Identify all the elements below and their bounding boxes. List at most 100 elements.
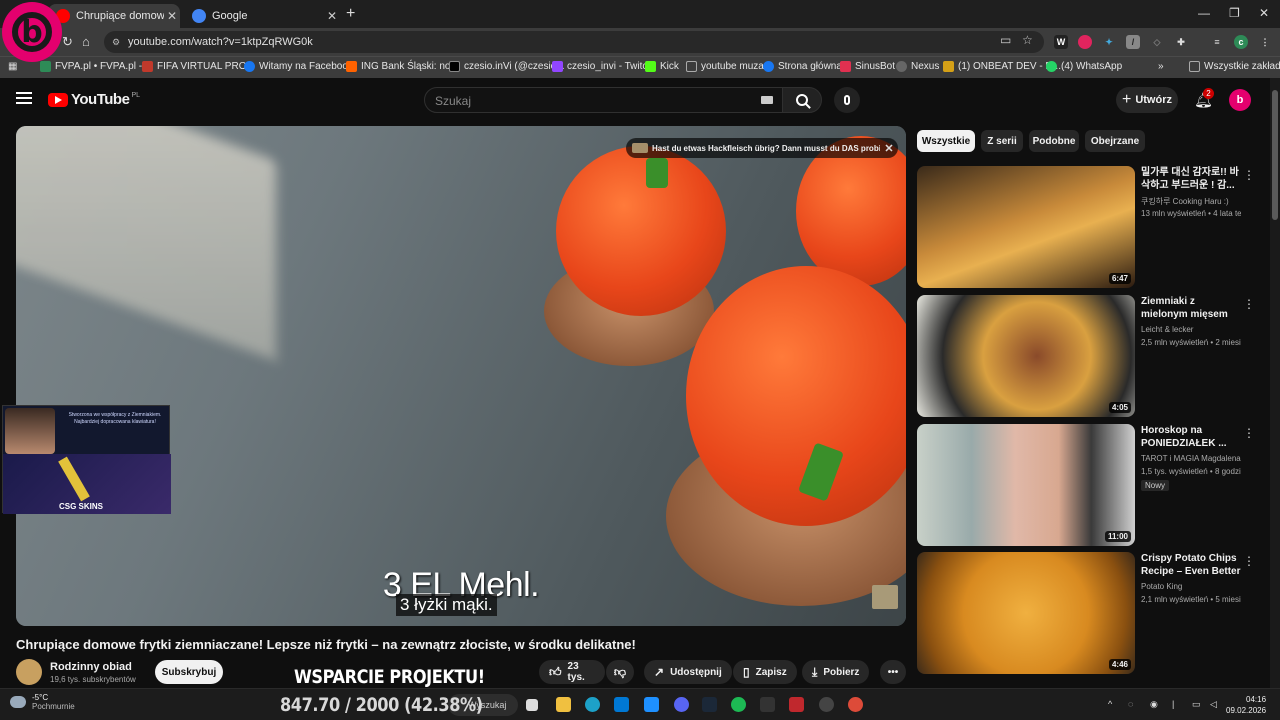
recommendation-channel[interactable]: 쿠킹하루 Cooking Haru :)	[1141, 196, 1241, 207]
obs-icon[interactable]	[819, 697, 834, 712]
chip-watched[interactable]: Obejrzane	[1085, 130, 1145, 152]
save-button[interactable]: ▯ Zapisz	[733, 660, 797, 684]
extension-red-icon[interactable]	[1078, 35, 1092, 49]
video-notification-popup[interactable]: Hast du etwas Hackfleisch übrig? Dann mu…	[626, 138, 898, 158]
menu-icon[interactable]	[16, 92, 32, 104]
extension-grey-icon[interactable]: ◇	[1150, 35, 1164, 49]
recommendation-title[interactable]: Ziemniaki z mielonym mięsem są lepsze ni…	[1141, 295, 1241, 321]
maximize-icon[interactable]: ❐	[1229, 6, 1240, 20]
more-options-icon[interactable]: ⋮	[1243, 168, 1255, 182]
app-icon[interactable]	[789, 697, 804, 712]
extension-blue-icon[interactable]: ✦	[1102, 35, 1116, 49]
reload-icon[interactable]: ↻	[62, 34, 73, 50]
minimize-icon[interactable]: —	[1198, 6, 1210, 20]
close-tab-icon[interactable]: ✕	[324, 9, 340, 23]
home-icon[interactable]: ⌂	[82, 34, 90, 49]
volume-icon[interactable]: ◁	[1210, 699, 1217, 710]
like-button[interactable]: 👍︎ 23 tys.	[539, 660, 605, 684]
address-bar[interactable]: ⚙ youtube.com/watch?v=1ktpZqRWG0k	[104, 31, 1044, 53]
video-watermark-thumbnail[interactable]	[872, 585, 898, 609]
close-icon[interactable]: ✕	[880, 142, 898, 155]
recommendation-title[interactable]: Crispy Potato Chips Recipe – Even Better…	[1141, 552, 1241, 578]
extension-w-icon[interactable]: W	[1054, 35, 1068, 49]
steam-icon[interactable]	[702, 697, 717, 712]
reading-list-icon[interactable]: ≡	[1210, 35, 1224, 49]
bookmark-folder[interactable]: youtube muza	[686, 61, 764, 72]
system-clock[interactable]: 04:16 09.02.2026	[1226, 694, 1266, 716]
bookmark-item[interactable]: Witamy na Faceboo...	[244, 61, 356, 72]
subscribe-button[interactable]: Subskrybuj	[155, 660, 223, 684]
recommendation-title[interactable]: Horoskop na PONIEDZIAŁEK ...	[1141, 424, 1241, 450]
bookmark-item[interactable]: Kick	[645, 61, 679, 72]
chrome-icon[interactable]	[848, 697, 863, 712]
store-icon[interactable]	[614, 697, 629, 712]
bookmark-item[interactable]: (1) ONBEAT DEV - D...	[943, 61, 1061, 72]
page-scrollbar[interactable]	[1270, 78, 1280, 688]
recommendation-channel[interactable]: TAROT i MAGIA Magdalena R...	[1141, 454, 1241, 463]
more-options-icon[interactable]: ⋮	[1243, 297, 1255, 311]
recommendation-thumbnail[interactable]: 4:05	[917, 295, 1135, 417]
bookmark-item[interactable]: czesio_invi - Twitch	[552, 61, 653, 72]
bookmark-item[interactable]: FIFA VIRTUAL PRO...	[142, 61, 255, 72]
recommendation-title[interactable]: 밀가루 대신 감자로!! 바삭하고 부드러운 ! 감...	[1141, 166, 1241, 192]
microphone-tray-icon[interactable]: |	[1172, 699, 1174, 709]
apps-icon[interactable]: ▦	[8, 61, 17, 72]
recommendation-item[interactable]: 4:05 Ziemniaki z mielonym mięsem są leps…	[917, 295, 1257, 419]
profile-avatar[interactable]: c	[1234, 35, 1248, 49]
dislike-button[interactable]: 👎︎	[606, 660, 634, 684]
search-button[interactable]	[782, 87, 822, 113]
recommendation-thumbnail[interactable]: 11:00	[917, 424, 1135, 546]
tray-icon[interactable]: ◌	[1128, 699, 1133, 709]
tray-icon[interactable]: ◉	[1150, 699, 1158, 710]
bookmark-item[interactable]: czesio.inVi (@czesio...	[449, 61, 565, 72]
network-icon[interactable]: ▭	[1192, 699, 1201, 710]
close-tab-icon[interactable]: ✕	[164, 9, 180, 23]
bookmark-item[interactable]: Strona główna	[763, 61, 842, 72]
bookmark-item[interactable]: Nexus	[896, 61, 939, 72]
account-avatar[interactable]: b	[1229, 89, 1251, 111]
all-bookmarks-folder[interactable]: Wszystkie zakładki	[1189, 61, 1280, 72]
close-window-icon[interactable]: ✕	[1259, 6, 1269, 20]
create-button[interactable]: + Utwórz	[1116, 87, 1178, 113]
task-view-icon[interactable]	[526, 699, 538, 711]
app-icon[interactable]	[644, 697, 659, 712]
weather-widget[interactable]: -5°C Pochmurnie	[10, 693, 75, 711]
browser-menu-icon[interactable]: ⋮	[1258, 35, 1272, 49]
edge-icon[interactable]	[585, 697, 600, 712]
cast-icon[interactable]: ▭	[1000, 33, 1011, 47]
more-bookmarks-icon[interactable]: »	[1158, 61, 1164, 72]
recommendation-channel[interactable]: Potato King	[1141, 582, 1241, 591]
youtube-logo[interactable]: YouTube PL	[48, 91, 140, 108]
chip-similar[interactable]: Podobne	[1029, 130, 1079, 152]
recommendation-channel[interactable]: Leicht & lecker	[1141, 325, 1241, 334]
bookmark-item[interactable]: (4) WhatsApp	[1046, 61, 1122, 72]
recommendation-thumbnail[interactable]: 6:47	[917, 166, 1135, 288]
discord-icon[interactable]	[674, 697, 689, 712]
file-explorer-icon[interactable]	[556, 697, 571, 712]
more-options-icon[interactable]: ⋮	[1243, 554, 1255, 568]
bookmark-item[interactable]: ING Bank Śląski: no...	[346, 61, 459, 72]
terminal-icon[interactable]	[760, 697, 775, 712]
tab-google[interactable]: Google ✕	[184, 4, 340, 28]
extensions-puzzle-icon[interactable]: ✚	[1174, 35, 1188, 49]
chip-series[interactable]: Z serii	[981, 130, 1023, 152]
channel-name[interactable]: Rodzinny obiad	[50, 661, 132, 673]
share-button[interactable]: ↗ Udostępnij	[644, 660, 732, 684]
tab-youtube[interactable]: Chrupiące domowe frytki zie ✕	[48, 4, 180, 28]
voice-search-button[interactable]	[834, 87, 860, 113]
recommendation-item[interactable]: 6:47 밀가루 대신 감자로!! 바삭하고 부드러운 ! 감... 쿠킹하루 …	[917, 166, 1257, 290]
bookmark-star-icon[interactable]: ☆	[1022, 33, 1033, 47]
bookmark-item[interactable]: FVPA.pl • FVPA.pl -...	[40, 61, 150, 72]
site-info-icon[interactable]: ⚙	[112, 37, 120, 48]
new-tab-icon[interactable]: +	[346, 5, 355, 23]
tray-chevron-icon[interactable]: ^	[1108, 699, 1112, 709]
keyboard-icon[interactable]	[761, 96, 773, 104]
chip-all[interactable]: Wszystkie	[917, 130, 975, 152]
recommendation-item[interactable]: 4:46 Crispy Potato Chips Recipe – Even B…	[917, 552, 1257, 676]
spotify-icon[interactable]	[731, 697, 746, 712]
video-player[interactable]: Hast du etwas Hackfleisch übrig? Dann mu…	[16, 126, 906, 626]
scrollbar-thumb[interactable]	[1272, 90, 1278, 220]
extension-slash-icon[interactable]: /	[1126, 35, 1140, 49]
recommendation-thumbnail[interactable]: 4:46	[917, 552, 1135, 674]
search-input[interactable]: Szukaj	[424, 87, 784, 113]
